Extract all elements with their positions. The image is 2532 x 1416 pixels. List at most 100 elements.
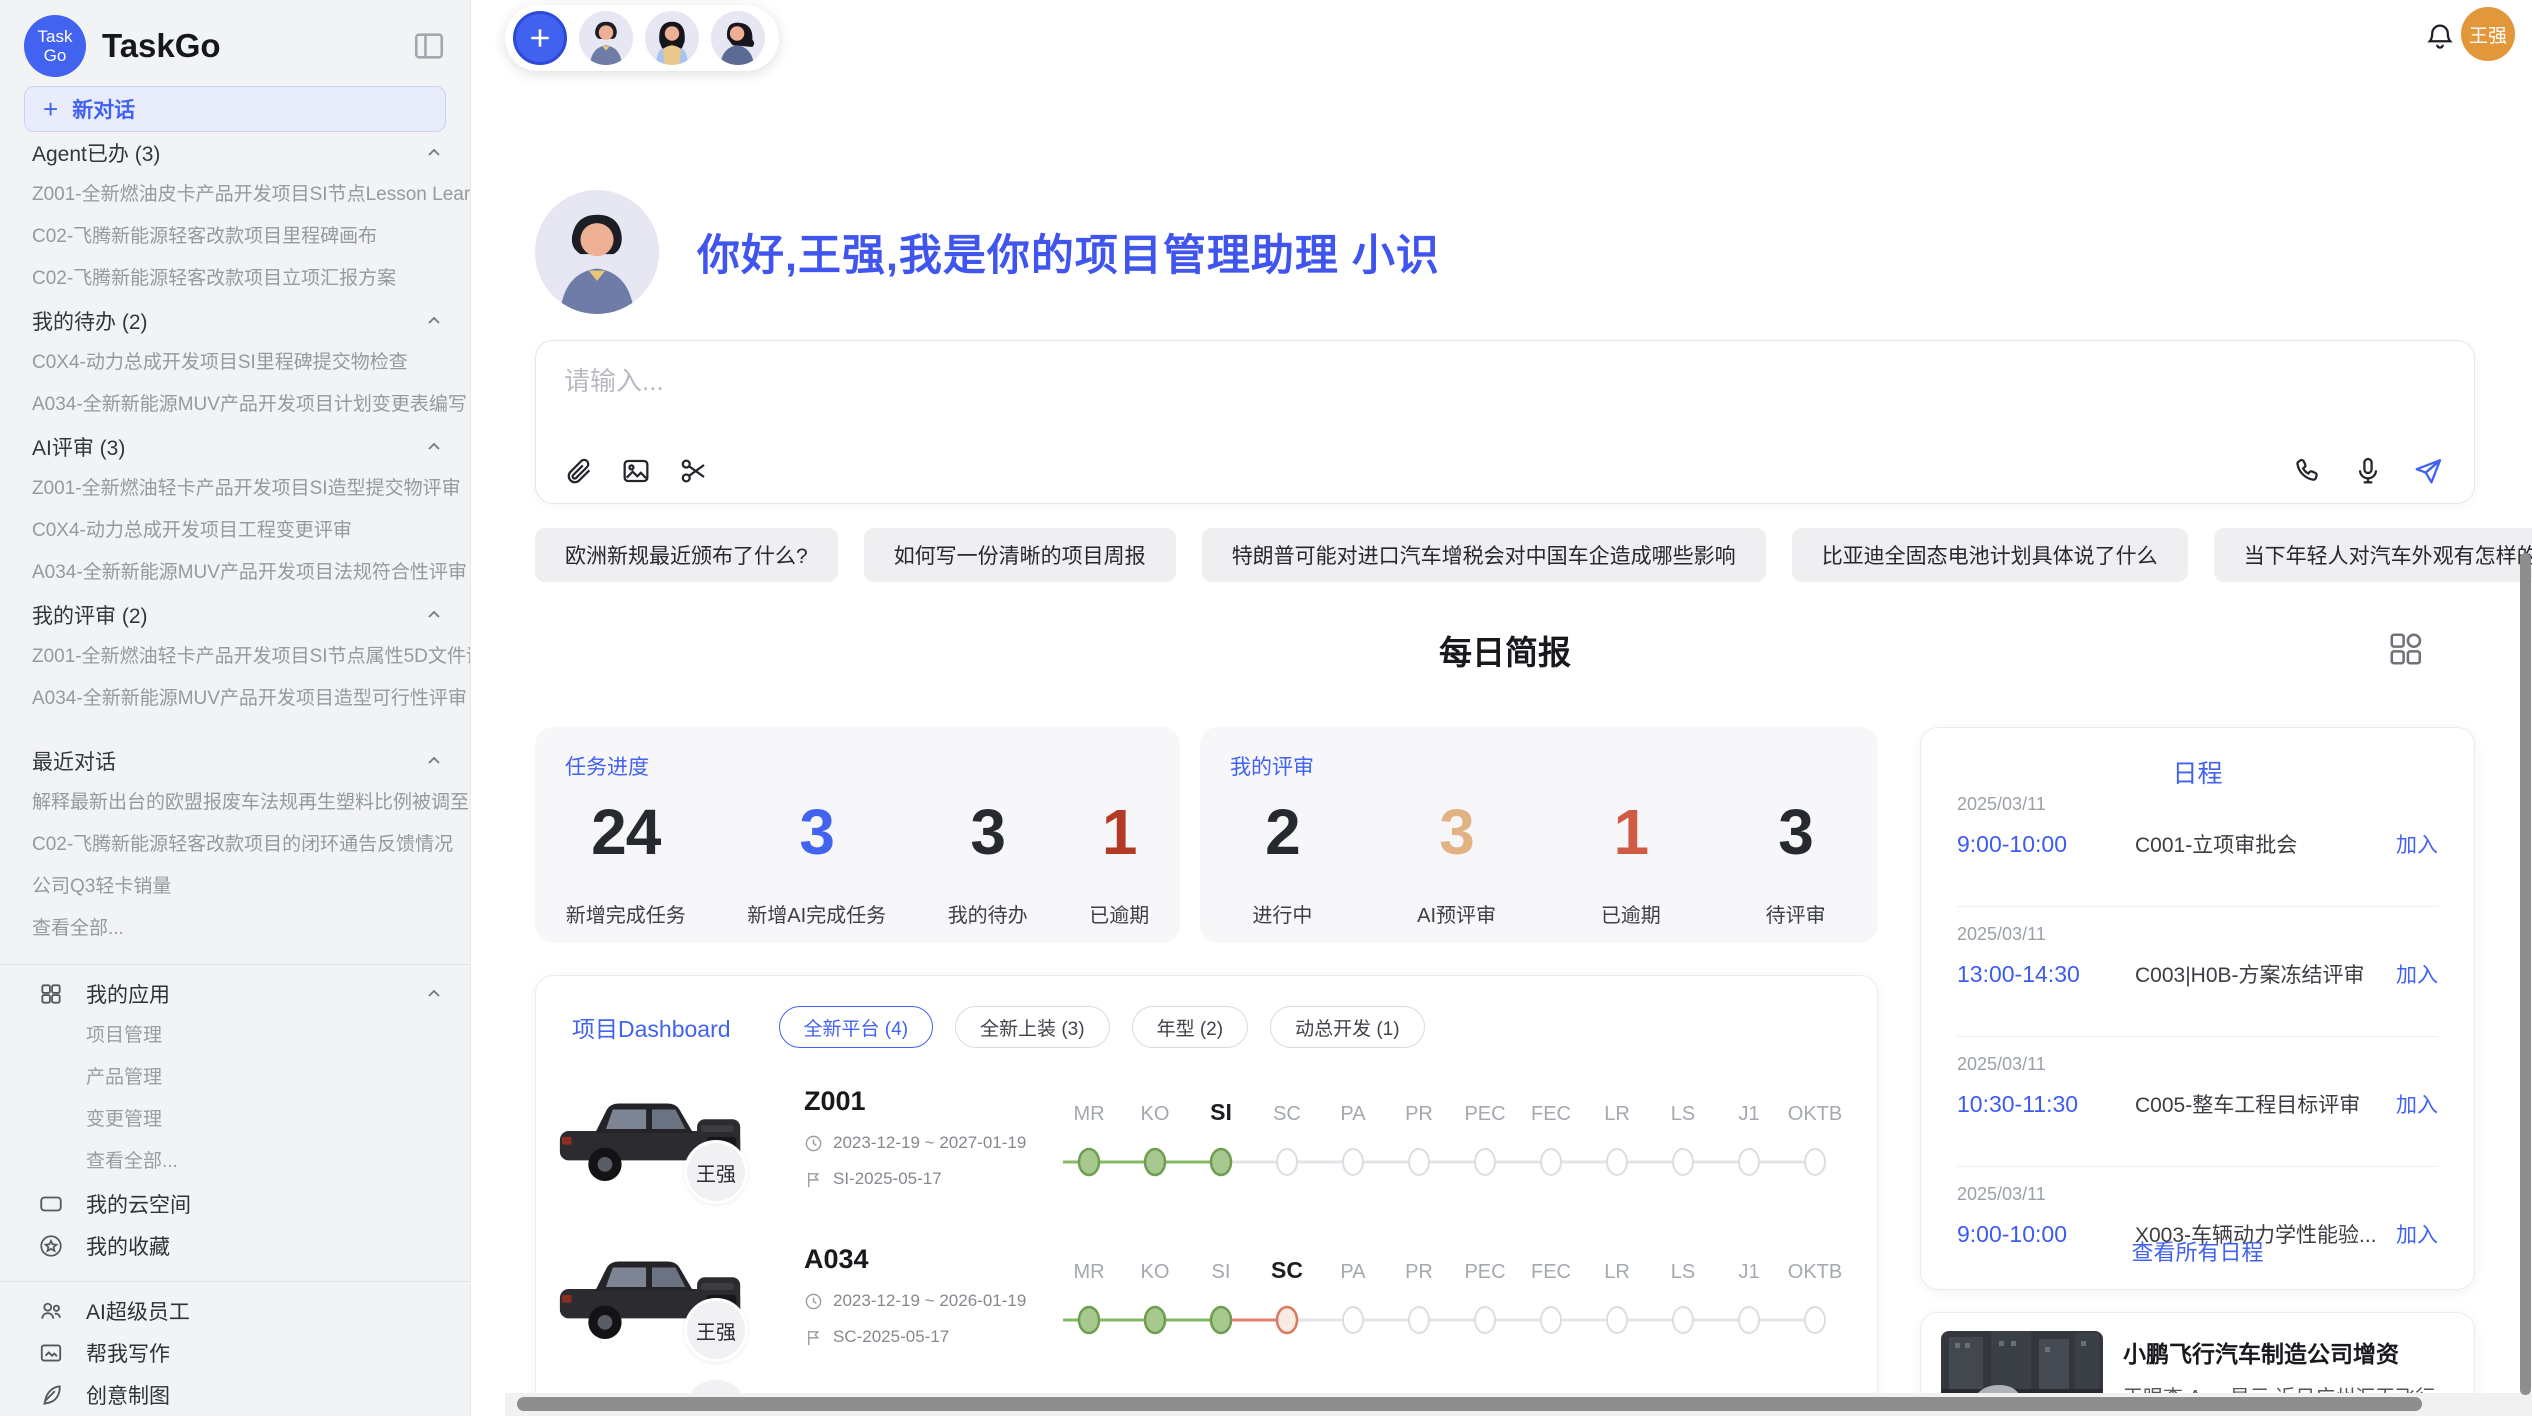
chevron-up-icon[interactable] (424, 143, 444, 163)
list-item[interactable]: C02-飞腾新能源轻客改款项目立项汇报方案 (0, 258, 470, 300)
chevron-up-icon[interactable] (424, 984, 444, 1004)
chevron-up-icon[interactable] (424, 437, 444, 457)
schedule-item[interactable]: 2025/03/11 9:00-10:00 C001-立项审批会 加入 (1957, 794, 2438, 859)
svg-text:KO: KO (1141, 1261, 1170, 1283)
section-header[interactable]: 我的评审 (2) (0, 594, 470, 636)
view-all-chats-link[interactable]: 查看全部... (0, 908, 470, 950)
app-link-project-mgmt[interactable]: 项目管理 (0, 1015, 470, 1057)
sidebar-header: Task Go TaskGo (0, 0, 470, 78)
filter-chip-model-year[interactable]: 年型 (2) (1132, 1006, 1249, 1048)
suggestion-chip[interactable]: 特朗普可能对进口汽车增税会对中国车企造成哪些影响 (1202, 528, 1766, 582)
schedule-date: 2025/03/11 (1957, 1184, 2438, 1205)
section-header[interactable]: Agent已办 (3) (0, 132, 470, 174)
avatar[interactable] (645, 11, 699, 65)
sidebar-item-my-apps[interactable]: 我的应用 (0, 973, 470, 1015)
view-all-apps-link[interactable]: 查看全部... (0, 1141, 470, 1183)
list-item[interactable]: C02-飞腾新能源轻客改款项目里程碑画布 (0, 216, 470, 258)
section-header[interactable]: 最近对话 (0, 740, 470, 782)
app-link-product-mgmt[interactable]: 产品管理 (0, 1057, 470, 1099)
conversation-toolbar (505, 5, 779, 71)
sidebar-collapse-icon[interactable] (412, 29, 446, 63)
list-item[interactable]: 解释最新出台的欧盟报废车法规再生塑料比例被调至15%... (0, 782, 470, 824)
view-all-schedule-link[interactable]: 查看所有日程 (1921, 1235, 2474, 1267)
list-item[interactable]: Z001-全新燃油轻卡产品开发项目SI造型提交物评审 (0, 468, 470, 510)
sidebar-item-ai-super-staff[interactable]: AI超级员工 (0, 1290, 470, 1332)
list-item[interactable]: Z001-全新燃油轻卡产品开发项目SI节点属性5D文件评审 (0, 636, 470, 678)
join-link[interactable]: 加入 (2396, 829, 2438, 859)
sidebar-item-cloud-space[interactable]: 我的云空间 (0, 1183, 470, 1225)
filter-chip-new-body[interactable]: 全新上装 (3) (955, 1006, 1110, 1048)
people-icon (38, 1298, 64, 1324)
svg-text:SI: SI (1210, 1099, 1232, 1125)
schedule-item[interactable]: 2025/03/11 10:30-11:30 C005-整车工程目标评审 加入 (1957, 1054, 2438, 1119)
avatar[interactable] (711, 11, 765, 65)
filter-chip-new-platform[interactable]: 全新平台 (4) (779, 1006, 934, 1048)
project-row[interactable]: 王强 Z001 2023-12-19 ~ 2027-01-19 (536, 1076, 1877, 1234)
stat-review-overdue: 1 已逾期 (1601, 795, 1661, 928)
milestone-tag: SC-2025-05-17 (833, 1327, 949, 1347)
chevron-up-icon[interactable] (424, 751, 444, 771)
card-title: 我的评审 (1230, 751, 1314, 781)
new-chat-button[interactable]: + 新对话 (24, 86, 446, 132)
chevron-up-icon[interactable] (424, 311, 444, 331)
list-item[interactable]: C0X4-动力总成开发项目SI里程碑提交物检查 (0, 342, 470, 384)
filter-chip-powertrain[interactable]: 动总开发 (1) (1270, 1006, 1425, 1048)
message-input[interactable] (564, 361, 2164, 431)
svg-text:FEC: FEC (1531, 1103, 1571, 1125)
scissors-icon[interactable] (678, 455, 710, 487)
sidebar-item-favorites[interactable]: 我的收藏 (0, 1225, 470, 1267)
attachment-icon[interactable] (562, 455, 594, 487)
section-header[interactable]: 我的待办 (2) (0, 300, 470, 342)
suggestion-chip[interactable]: 欧洲新规最近颁布了什么? (535, 528, 838, 582)
list-item[interactable]: A034-全新新能源MUV产品开发项目法规符合性评审 (0, 552, 470, 594)
logo-line1: Task (38, 27, 73, 46)
stat-new-ai-done: 3 新增AI完成任务 (747, 795, 886, 928)
section-agent-done: Agent已办 (3) Z001-全新燃油皮卡产品开发项目SI节点Lesson … (0, 132, 470, 300)
suggestion-chip[interactable]: 如何写一份清晰的项目周报 (864, 528, 1176, 582)
stat-value: 3 (1766, 795, 1826, 869)
sidebar-item-help-me-write[interactable]: 帮我写作 (0, 1332, 470, 1374)
list-item[interactable]: C02-飞腾新能源轻客改款项目的闭环通告反馈情况 (0, 824, 470, 866)
send-icon[interactable] (2412, 455, 2444, 487)
divider (1957, 906, 2438, 907)
suggestion-chip[interactable]: 当下年轻人对汽车外观有怎样的喜好趋势 (2214, 528, 2532, 582)
phone-call-icon[interactable] (2292, 455, 2324, 487)
schedule-name: C001-立项审批会 (2135, 829, 2396, 859)
sidebar-item-creative-drawing[interactable]: 创意制图 (0, 1374, 470, 1416)
suggestion-chip[interactable]: 比亚迪全固态电池计划具体说了什么 (1792, 528, 2188, 582)
divider (1957, 1036, 2438, 1037)
vertical-scrollbar-thumb[interactable] (2520, 553, 2531, 1395)
chevron-up-icon[interactable] (424, 605, 444, 625)
horizontal-scrollbar-thumb[interactable] (517, 1397, 2422, 1411)
app-link-change-mgmt[interactable]: 变更管理 (0, 1099, 470, 1141)
stat-my-todo: 3 我的待办 (948, 795, 1028, 928)
stat-value: 3 (1417, 795, 1496, 869)
image-upload-icon[interactable] (620, 455, 652, 487)
main-area: 王强 你好,王强,我是你的项目管理助理 小识 (471, 0, 2532, 1416)
schedule-item[interactable]: 2025/03/11 13:00-14:30 C003|H0B-方案冻结评审 加… (1957, 924, 2438, 989)
stats-row: 2 进行中 3 AI预评审 1 已逾期 3 待评审 (1200, 795, 1878, 928)
add-conversation-button[interactable] (513, 11, 567, 65)
user-avatar[interactable]: 王强 (2461, 7, 2515, 61)
join-link[interactable]: 加入 (2396, 1089, 2438, 1119)
list-item[interactable]: C0X4-动力总成开发项目工程变更评审 (0, 510, 470, 552)
project-id: Z001 (804, 1086, 1026, 1117)
avatar[interactable] (579, 11, 633, 65)
section-title: Agent已办 (3) (32, 138, 160, 168)
notification-bell-icon[interactable] (2423, 20, 2457, 54)
microphone-icon[interactable] (2352, 455, 2384, 487)
list-item[interactable]: 公司Q3轻卡销量 (0, 866, 470, 908)
list-item[interactable]: Z001-全新燃油皮卡产品开发项目SI节点Lesson Learn报告 (0, 174, 470, 216)
list-item[interactable]: A034-全新新能源MUV产品开发项目造型可行性评审 (0, 678, 470, 720)
project-row[interactable]: 王强 A034 2023-12-19 ~ 2026-01-19 (536, 1234, 1877, 1392)
section-header[interactable]: AI评审 (3) (0, 426, 470, 468)
project-milestone-tag: SC-2025-05-17 (804, 1327, 1026, 1347)
briefing-layout-icon[interactable] (2387, 630, 2425, 668)
svg-text:MR: MR (1073, 1103, 1104, 1125)
list-item[interactable]: A034-全新新能源MUV产品开发项目计划变更表编写 (0, 384, 470, 426)
milestone-timeline: MR KO SI SC PA PR PEC FEC LR LS J1 OKTB (1061, 1246, 1851, 1350)
join-link[interactable]: 加入 (2396, 959, 2438, 989)
stat-overdue: 1 已逾期 (1089, 795, 1149, 928)
horizontal-scrollbar[interactable] (505, 1393, 2532, 1416)
cloud-drive-icon (38, 1191, 64, 1217)
